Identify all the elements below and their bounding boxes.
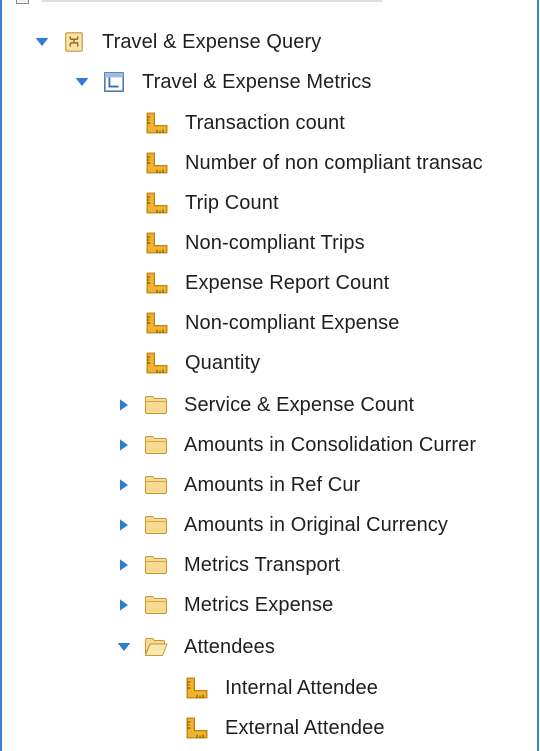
tree-node-label: Metrics Expense	[184, 593, 334, 616]
tree-node-label: Internal Attendee	[225, 676, 378, 699]
tree-node-folder[interactable]: Amounts in Original Currency	[114, 505, 448, 545]
folder-open-icon	[144, 635, 168, 659]
tree-node-label: Transaction count	[185, 111, 345, 134]
tree-node-query[interactable]: Travel & Expense Query	[32, 22, 321, 62]
tree-node-label: Amounts in Consolidation Currer	[184, 433, 477, 456]
partial-tree-node-label	[42, 0, 382, 2]
tree-node-folder[interactable]: Amounts in Ref Cur	[114, 465, 360, 505]
tree-node-folder[interactable]: Metrics Transport	[114, 545, 340, 585]
tree-node-folder[interactable]: Service & Expense Count	[114, 385, 414, 425]
tree-node-measure[interactable]: Trip Count	[145, 183, 279, 223]
expand-chevron-icon[interactable]	[114, 475, 134, 495]
tree-node-measure[interactable]: Transaction count	[145, 103, 345, 143]
tree-node-label: Metrics Transport	[184, 553, 341, 576]
metadata-tree-panel: Travel & Expense Query Travel & Expense …	[0, 0, 539, 751]
collapse-chevron-icon[interactable]	[72, 72, 92, 92]
measure-ruler-icon	[145, 151, 169, 175]
collapse-chevron-icon[interactable]	[114, 637, 134, 657]
tree-node-folder[interactable]: Amounts in Consolidation Currer	[114, 425, 476, 465]
tree-node-label: Non-compliant Trips	[185, 231, 365, 254]
tree-node-measure[interactable]: Number of non compliant transac	[145, 143, 483, 183]
collapse-chevron-icon[interactable]	[32, 32, 52, 52]
tree-node-measure[interactable]: Non-compliant Trips	[145, 223, 365, 263]
tree-node-label: Number of non compliant transac	[185, 151, 483, 174]
folder-icon	[144, 393, 168, 417]
query-subject-icon	[102, 70, 126, 94]
tree-node-measure[interactable]: Internal Attendee	[185, 668, 378, 708]
tree-node-label: External Attendee	[225, 716, 385, 739]
tree-node-measure[interactable]: Non-compliant Expense	[145, 303, 399, 343]
folder-icon	[144, 473, 168, 497]
measure-ruler-icon	[145, 351, 169, 375]
tree-node-measure[interactable]: External Attendee	[185, 708, 385, 748]
partial-tree-node-icon	[16, 0, 29, 4]
measure-ruler-icon	[145, 111, 169, 135]
tree-node-query-subject[interactable]: Travel & Expense Metrics	[72, 62, 372, 102]
tree-node-label: Travel & Expense Metrics	[142, 70, 372, 93]
tree-node-label: Service & Expense Count	[184, 393, 415, 416]
tree-node-folder-attendees[interactable]: Attendees	[114, 627, 275, 667]
measure-ruler-icon	[145, 311, 169, 335]
tree-node-measure[interactable]: Quantity	[145, 343, 260, 383]
folder-icon	[144, 553, 168, 577]
tree-node-label: Travel & Expense Query	[102, 30, 322, 53]
expand-chevron-icon[interactable]	[114, 435, 134, 455]
tree-node-label: Expense Report Count	[185, 271, 390, 294]
expand-chevron-icon[interactable]	[114, 555, 134, 575]
expand-chevron-icon[interactable]	[114, 395, 134, 415]
expand-chevron-icon[interactable]	[114, 515, 134, 535]
measure-ruler-icon	[185, 716, 209, 740]
tree-node-label: Trip Count	[185, 191, 279, 214]
tree-node-folder[interactable]: Metrics Expense	[114, 585, 333, 625]
folder-icon	[144, 513, 168, 537]
folder-icon	[144, 433, 168, 457]
measure-ruler-icon	[185, 676, 209, 700]
tree-node-label: Quantity	[185, 351, 261, 374]
measure-ruler-icon	[145, 191, 169, 215]
folder-icon	[144, 593, 168, 617]
query-icon	[62, 30, 86, 54]
tree-node-label: Attendees	[184, 635, 275, 658]
tree-node-label: Amounts in Original Currency	[184, 513, 449, 536]
tree-node-measure[interactable]: Expense Report Count	[145, 263, 389, 303]
measure-ruler-icon	[145, 271, 169, 295]
tree-node-label: Non-compliant Expense	[185, 311, 400, 334]
measure-ruler-icon	[145, 231, 169, 255]
tree-node-label: Amounts in Ref Cur	[184, 473, 361, 496]
expand-chevron-icon[interactable]	[114, 595, 134, 615]
